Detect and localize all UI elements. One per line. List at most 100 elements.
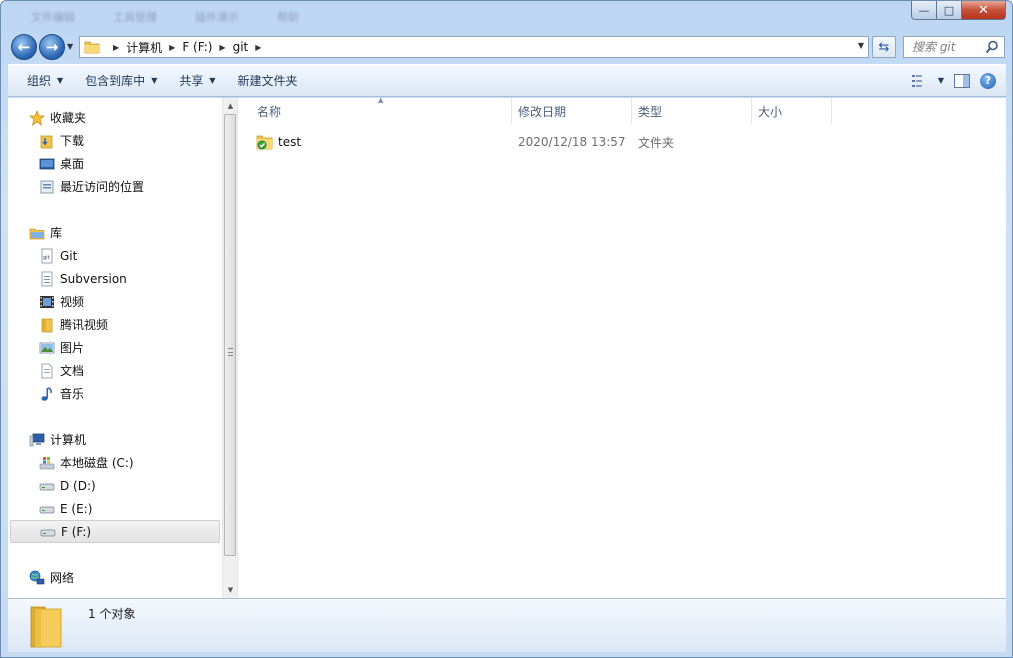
network-group: 网络	[8, 566, 221, 589]
main-content: 收藏夹 下载 桌面 最近访问的位置 库 git Git Subversion 视…	[8, 96, 1006, 598]
refresh-button[interactable]: ⇆	[872, 36, 896, 58]
organize-button[interactable]: 组织 ▼	[8, 65, 74, 96]
sidebar-item-label: Subversion	[60, 271, 127, 286]
sidebar-item-network[interactable]: 网络	[8, 566, 221, 589]
minimize-button[interactable]: —	[911, 1, 937, 20]
drive-icon	[40, 524, 56, 540]
blurred-tab: 文件编辑	[31, 11, 75, 24]
forward-button[interactable]: →	[39, 34, 65, 60]
caret-down-icon: ▼	[57, 76, 64, 85]
libraries-group: 库 git Git Subversion 视频 腾讯视频 图片 文档 音乐	[8, 221, 221, 405]
arrow-left-icon: ←	[17, 38, 31, 56]
recent-pages-dropdown[interactable]: ▼	[67, 42, 73, 51]
sidebar-item-label: 本地磁盘 (C:)	[60, 456, 134, 470]
sidebar-item-videos[interactable]: 视频	[8, 290, 221, 313]
sidebar-item-computer[interactable]: 计算机	[8, 428, 221, 451]
breadcrumb-git[interactable]: git	[233, 40, 249, 54]
new-folder-label: 新建文件夹	[237, 74, 298, 88]
back-button[interactable]: ←	[11, 34, 37, 60]
explorer-window: 文件编辑 工具管理 插件演示 帮助 — □ ✕ ← → ▼ ▶ 计算机 ▶ F …	[0, 0, 1013, 658]
favorites-group: 收藏夹 下载 桌面 最近访问的位置	[8, 106, 221, 198]
chevron-right-icon[interactable]: ▶	[113, 43, 119, 52]
navigation-scrollbar[interactable]: ▲ ▼	[222, 98, 237, 598]
sidebar-item-label: 计算机	[50, 433, 87, 447]
sidebar-item-desktop[interactable]: 桌面	[8, 152, 221, 175]
sidebar-item-recent-places[interactable]: 最近访问的位置	[8, 175, 221, 198]
include-in-library-label: 包含到库中	[85, 74, 146, 88]
sidebar-item-drive-e[interactable]: E (E:)	[8, 497, 221, 520]
column-header-label: 修改日期	[518, 104, 567, 119]
folder-icon	[84, 41, 100, 54]
grip-icon	[228, 348, 233, 356]
scrollbar-thumb[interactable]	[224, 114, 236, 556]
sidebar-item-music[interactable]: 音乐	[8, 382, 221, 405]
maximize-button[interactable]: □	[937, 1, 962, 20]
navigation-pane: 收藏夹 下载 桌面 最近访问的位置 库 git Git Subversion 视…	[8, 98, 221, 598]
folder-icon	[39, 317, 55, 333]
file-list: ▲ 名称 修改日期 类型 大小 test 2020/12/18 13:57 文件…	[238, 96, 1006, 598]
search-input[interactable]	[912, 37, 992, 57]
column-header-size[interactable]: 大小	[752, 98, 832, 124]
address-bar[interactable]: ▶ 计算机 ▶ F (F:) ▶ git ▶ ▼	[79, 36, 869, 58]
file-name: test	[278, 135, 302, 149]
breadcrumb-drive-f[interactable]: F (F:)	[182, 40, 212, 54]
sidebar-item-label: 腾讯视频	[60, 318, 109, 332]
sidebar-item-label: 最近访问的位置	[60, 180, 145, 194]
chevron-right-icon[interactable]: ▶	[169, 43, 175, 52]
sidebar-item-documents[interactable]: 文档	[8, 359, 221, 382]
sidebar-item-label: F (F:)	[61, 524, 92, 539]
title-bar: 文件编辑 工具管理 插件演示 帮助 — □ ✕	[1, 1, 1012, 31]
sidebar-item-pictures[interactable]: 图片	[8, 336, 221, 359]
sidebar-item-subversion[interactable]: Subversion	[8, 267, 221, 290]
scroll-down-icon[interactable]: ▼	[223, 582, 238, 598]
search-box[interactable]	[903, 36, 1005, 58]
view-options-button[interactable]: ▼	[911, 65, 944, 96]
sidebar-item-libraries[interactable]: 库	[8, 221, 221, 244]
caret-down-icon: ▼	[209, 76, 216, 85]
column-header-label: 大小	[758, 104, 783, 119]
system-drive-icon	[39, 455, 55, 471]
sidebar-item-downloads[interactable]: 下载	[8, 129, 221, 152]
column-header-type[interactable]: 类型	[632, 98, 752, 124]
column-header-date-modified[interactable]: 修改日期	[512, 98, 632, 124]
preview-pane-icon	[954, 73, 970, 88]
subversion-library-icon	[39, 271, 55, 287]
preview-pane-button[interactable]	[954, 65, 970, 96]
command-bar: 组织 ▼ 包含到库中 ▼ 共享 ▼ 新建文件夹 ▼ ?	[8, 64, 1006, 97]
sidebar-item-drive-c[interactable]: 本地磁盘 (C:)	[8, 451, 221, 474]
breadcrumb-computer[interactable]: 计算机	[126, 39, 162, 56]
chevron-right-icon[interactable]: ▶	[219, 43, 225, 52]
blurred-tab: 工具管理	[113, 11, 157, 24]
sidebar-item-label: 视频	[60, 295, 85, 309]
git-clean-folder-icon	[256, 134, 274, 150]
address-history-dropdown[interactable]: ▼	[858, 41, 864, 50]
sidebar-item-label: 下载	[60, 134, 85, 148]
sidebar-item-drive-d[interactable]: D (D:)	[8, 474, 221, 497]
sidebar-item-label: 桌面	[60, 157, 85, 171]
star-icon	[29, 109, 45, 126]
view-controls: ▼ ?	[911, 65, 1006, 96]
chevron-right-icon[interactable]: ▶	[255, 43, 261, 52]
arrow-right-icon: →	[45, 38, 59, 56]
film-icon	[39, 294, 55, 310]
search-icon	[985, 40, 998, 54]
share-button[interactable]: 共享 ▼	[168, 65, 226, 96]
scroll-up-icon[interactable]: ▲	[223, 98, 238, 114]
column-header-name[interactable]: ▲ 名称	[238, 96, 512, 124]
column-header-label: 类型	[638, 104, 663, 119]
sidebar-item-tencent-video[interactable]: 腾讯视频	[8, 313, 221, 336]
sidebar-item-favorites[interactable]: 收藏夹	[8, 106, 221, 129]
blurred-menu-tabs: 文件编辑 工具管理 插件演示 帮助	[31, 9, 299, 25]
sort-ascending-icon: ▲	[378, 96, 384, 104]
maximize-icon: □	[943, 3, 955, 17]
large-folder-icon	[30, 606, 62, 648]
file-type: 文件夹	[638, 135, 675, 150]
help-button[interactable]: ?	[980, 65, 996, 96]
sidebar-item-git[interactable]: git Git	[8, 244, 221, 267]
table-row[interactable]: test 2020/12/18 13:57 文件夹	[238, 131, 1006, 153]
sidebar-item-drive-f[interactable]: F (F:)	[10, 520, 220, 543]
new-folder-button[interactable]: 新建文件夹	[227, 65, 309, 96]
include-in-library-button[interactable]: 包含到库中 ▼	[74, 65, 168, 96]
close-button[interactable]: ✕	[962, 1, 1006, 20]
sidebar-item-label: 音乐	[60, 387, 85, 401]
